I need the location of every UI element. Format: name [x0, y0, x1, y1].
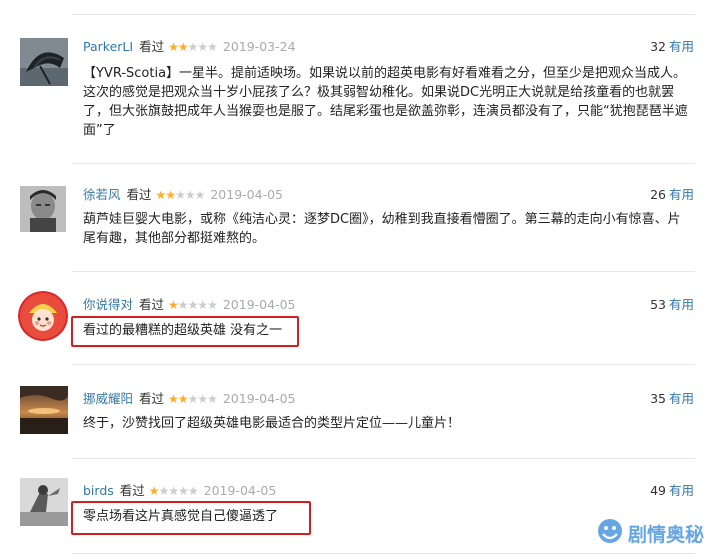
review-text: 葫芦娃巨婴大电影，或称《纯洁心灵：逐梦DC圈》，幼稚到我直接看懵圈了。第三幕的走… [83, 210, 693, 248]
username-link[interactable]: 挪威耀阳 [83, 391, 133, 406]
review-text: 【YVR-Scotia】一星半。提前适映场。如果说以前的超英电影有好看难看之分，… [83, 64, 693, 140]
star-icon: ★ [178, 484, 189, 498]
helpful-votes[interactable]: 49 有用 [650, 482, 694, 500]
star-icon: ★ [177, 40, 189, 54]
star-icon: ★ [155, 188, 167, 202]
highlight-box [71, 316, 299, 347]
useful-button[interactable]: 有用 [669, 39, 694, 54]
review-text-line: 尾有趣，其他部分都挺难熬的。 [83, 231, 266, 246]
review-text-line: 这次的感觉是把观众当十岁小屁孩了么？极其弱智幼稚化。如果说DC光明正大说就是给孩… [83, 85, 675, 100]
star-icon: ★ [207, 40, 218, 54]
star-icon: ★ [207, 392, 218, 406]
star-icon: ★ [194, 188, 206, 202]
username-link[interactable]: ParkerLI [83, 39, 133, 54]
avatar-sunset-icon [20, 386, 68, 434]
review-text-line: 终于，沙赞找回了超级英雄电影最适合的类型片定位——儿童片！ [83, 416, 461, 431]
avatar-umbrella-icon [20, 38, 68, 86]
user-avatar[interactable] [20, 386, 68, 434]
useful-button[interactable]: 有用 [669, 187, 694, 202]
watched-label: 看过 [139, 297, 165, 312]
star-icon: ★ [177, 392, 189, 406]
watched-label: 看过 [126, 187, 152, 202]
review-text: 终于，沙赞找回了超级英雄电影最适合的类型片定位——儿童片！ [83, 414, 693, 433]
review-date: 2019-04-05 [203, 483, 277, 498]
user-avatar[interactable] [20, 478, 68, 526]
vote-count: 35 [650, 391, 666, 406]
watermark-text: 剧情奥秘 [627, 524, 704, 546]
review-text-line: 【YVR-Scotia】一星半。提前适映场。如果说以前的超英电影有好看难看之分，… [83, 66, 687, 81]
review-item: ParkerLI 看过 ★★★★★ 2019-03-24 32 有用 【YVR-Scot… [0, 38, 720, 148]
star-icon: ★ [148, 484, 160, 498]
review-meta: 你说得对 看过 ★★★★★ 2019-04-05 [83, 296, 296, 314]
helpful-votes[interactable]: 53 有用 [650, 296, 694, 314]
watermark: 剧情奥秘 [597, 518, 704, 548]
review-item: 挪威耀阳 看过 ★★★★★ 2019-04-05 35 有用 终于，沙赞找回了超级英雄电… [0, 386, 720, 446]
star-icon: ★ [197, 298, 208, 312]
star-icon: ★ [158, 484, 170, 498]
star-icon: ★ [165, 188, 176, 202]
vote-count: 32 [650, 39, 666, 54]
useful-button[interactable]: 有用 [669, 297, 694, 312]
review-text-line: 葫芦娃巨婴大电影，或称《纯洁心灵：逐梦DC圈》，幼稚到我直接看懵圈了。第三幕的走… [83, 212, 681, 227]
review-divider [72, 14, 695, 15]
vote-count: 53 [650, 297, 666, 312]
review-divider [72, 163, 695, 164]
star-icon: ★ [168, 298, 179, 312]
vote-count: 49 [650, 483, 666, 498]
review-divider [72, 364, 695, 365]
username-link[interactable]: birds [83, 483, 114, 498]
star-rating: ★★★★★ [168, 390, 218, 408]
helpful-votes[interactable]: 26 有用 [650, 186, 694, 204]
star-rating: ★★★★★ [155, 186, 206, 204]
watched-label: 看过 [119, 483, 145, 498]
review-meta: birds 看过 ★★★★★ 2019-04-05 [83, 482, 276, 500]
review-meta: ParkerLI 看过 ★★★★★ 2019-03-24 [83, 38, 296, 56]
useful-button[interactable]: 有用 [669, 391, 694, 406]
review-divider [72, 553, 695, 554]
star-rating: ★★★★★ [168, 296, 218, 314]
watched-label: 看过 [139, 391, 165, 406]
review-meta: 挪威耀阳 看过 ★★★★★ 2019-04-05 [83, 390, 296, 408]
star-icon: ★ [168, 392, 179, 406]
avatar-bird-photo-icon [20, 478, 68, 526]
star-icon: ★ [184, 188, 196, 202]
helpful-votes[interactable]: 32 有用 [650, 38, 694, 56]
star-icon: ★ [207, 298, 218, 312]
star-icon: ★ [187, 298, 199, 312]
useful-button[interactable]: 有用 [669, 483, 694, 498]
watched-label: 看过 [139, 39, 165, 54]
mascot-icon [597, 518, 623, 553]
star-icon: ★ [187, 484, 199, 498]
star-icon: ★ [168, 484, 179, 498]
username-link[interactable]: 徐若风 [83, 187, 121, 202]
star-icon: ★ [197, 40, 208, 54]
star-icon: ★ [168, 40, 179, 54]
star-rating: ★★★★★ [168, 38, 218, 56]
review-text-line: 面”了 [83, 123, 116, 138]
user-avatar[interactable] [20, 186, 66, 232]
review-date: 2019-04-05 [222, 297, 296, 312]
star-icon: ★ [175, 188, 186, 202]
review-date: 2019-04-05 [222, 391, 296, 406]
vote-count: 26 [650, 187, 666, 202]
star-icon: ★ [187, 40, 199, 54]
user-avatar[interactable] [18, 291, 68, 341]
star-icon: ★ [177, 298, 189, 312]
user-avatar[interactable] [20, 38, 68, 86]
review-text-line: 了，但大张旗鼓把成年人当猴耍也是服了。结尾彩蛋也是欲盖弥彰，连演员都没有了，只能… [83, 104, 688, 119]
star-icon: ★ [187, 392, 199, 406]
avatar-boy-photo-icon [20, 186, 66, 232]
highlight-box [71, 501, 311, 535]
review-meta: 徐若风 看过 ★★★★★ 2019-04-05 [83, 186, 283, 204]
review-divider [72, 271, 695, 272]
review-date: 2019-03-24 [222, 39, 296, 54]
helpful-votes[interactable]: 35 有用 [650, 390, 694, 408]
review-divider [72, 458, 695, 459]
review-date: 2019-04-05 [210, 187, 284, 202]
avatar-cartoon-icon [18, 291, 68, 341]
review-item: 徐若风 看过 ★★★★★ 2019-04-05 26 有用 葫芦娃巨婴大电影，或称《纯洁… [0, 186, 720, 256]
username-link[interactable]: 你说得对 [83, 297, 133, 312]
star-icon: ★ [197, 392, 208, 406]
star-rating: ★★★★★ [148, 482, 199, 500]
